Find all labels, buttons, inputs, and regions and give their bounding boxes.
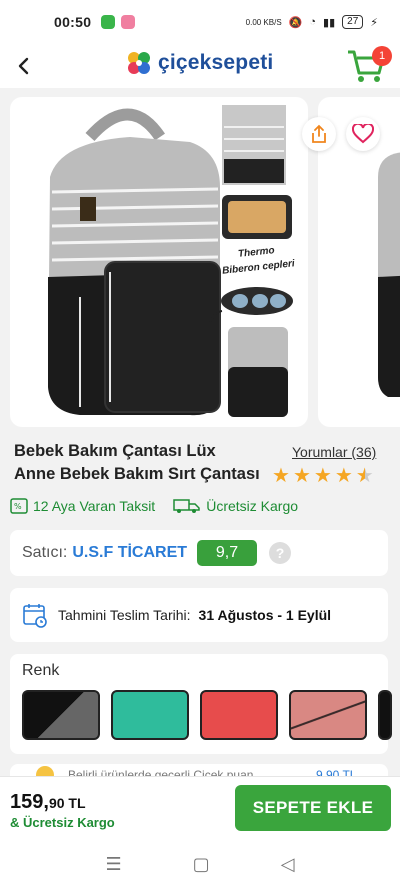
app-header: çiçeksepeti 1	[0, 44, 400, 88]
share-button[interactable]	[302, 117, 336, 151]
menu-icon[interactable]: ☰	[106, 854, 122, 875]
star-icon: ★	[334, 465, 353, 487]
wifi-icon: ◔	[309, 16, 317, 28]
installment-perk[interactable]: % 12 Aya Varan Taksit	[10, 498, 155, 514]
seller-card: Satıcı: U.S.F TİCARET 9,7 ?	[10, 530, 388, 576]
free-shipping-perk[interactable]: Ücretsiz Kargo	[173, 498, 298, 514]
system-nav-bar: ☰ ▢ ◁	[0, 840, 400, 888]
bottom-action-bar: 159,90 TL & Ücretsiz Kargo SEPETE EKLE	[0, 776, 400, 840]
color-title: Renk	[22, 662, 60, 679]
chevron-left-icon	[18, 57, 29, 75]
color-swatch-black-grey[interactable]	[22, 690, 100, 740]
color-swatch-red[interactable]	[200, 690, 278, 740]
brand-logo[interactable]: çiçeksepeti	[126, 50, 273, 76]
delivery-date: 31 Ağustos - 1 Eylül	[198, 607, 332, 623]
heart-icon	[352, 124, 374, 144]
product-image[interactable]: Thermo Biberon cepleri	[10, 97, 308, 427]
status-time: 00:50	[54, 14, 92, 30]
back-nav-icon[interactable]: ◁	[281, 854, 295, 875]
seller-label: Satıcı:	[22, 544, 68, 561]
app-notification-icon	[121, 15, 136, 29]
star-icon: ★	[272, 465, 290, 487]
truck-icon	[173, 499, 200, 513]
perks-row: % 12 Aya Varan Taksit Ücretsiz Kargo	[10, 498, 316, 514]
signal-icon: ▮▮	[323, 16, 336, 29]
color-selector: Renk	[10, 654, 392, 754]
add-to-cart-button[interactable]: SEPETE EKLE	[235, 785, 391, 831]
app-notification-icon	[101, 15, 116, 29]
installment-icon: %	[10, 498, 28, 514]
battery-icon: 27	[342, 15, 364, 29]
favorite-button[interactable]	[346, 117, 380, 151]
price-shipping-note: & Ücretsiz Kargo	[10, 815, 115, 830]
cart-count-badge: 1	[372, 46, 392, 66]
delivery-label: Tahmini Teslim Tarihi:	[58, 607, 191, 623]
status-bar: 00:50 0.00 KB/S 🔕 ◔ ▮▮ 27 ⚡	[0, 0, 400, 44]
color-swatch-pink[interactable]	[289, 690, 367, 740]
star-icon: ★	[313, 465, 332, 487]
delivery-card: Tahmini Teslim Tarihi: 31 Ağustos - 1 Ey…	[10, 588, 388, 642]
color-swatches	[22, 690, 392, 740]
star-rating: ★ ★ ★ ★ ★	[272, 464, 374, 488]
half-star-icon: ★	[355, 465, 374, 487]
seller-name-link[interactable]: U.S.F TİCARET	[72, 544, 187, 562]
price: 159,90 TL	[10, 791, 86, 813]
mute-icon: 🔕	[288, 16, 303, 29]
product-title: Bebek Bakım Çantası Lüx Anne Bebek Bakım…	[14, 442, 260, 483]
net-speed-text: 0.00 KB/S	[245, 17, 282, 27]
color-swatch-more[interactable]	[378, 690, 392, 740]
reviews-link[interactable]: Yorumlar (36)	[292, 444, 376, 460]
charging-icon: ⚡	[370, 16, 378, 29]
star-icon: ★	[292, 465, 311, 487]
share-icon	[312, 124, 326, 143]
cart-button[interactable]: 1	[346, 46, 392, 84]
brand-name: çiçeksepeti	[158, 51, 274, 74]
seller-score-badge: 9,7	[197, 540, 258, 566]
help-icon[interactable]: ?	[269, 542, 292, 564]
svg-text:%: %	[14, 502, 22, 511]
home-icon[interactable]: ▢	[193, 854, 210, 875]
color-swatch-mint[interactable]	[111, 690, 189, 740]
calendar-icon	[23, 604, 47, 628]
back-button[interactable]	[12, 54, 36, 78]
flower-logo-icon	[128, 52, 150, 74]
